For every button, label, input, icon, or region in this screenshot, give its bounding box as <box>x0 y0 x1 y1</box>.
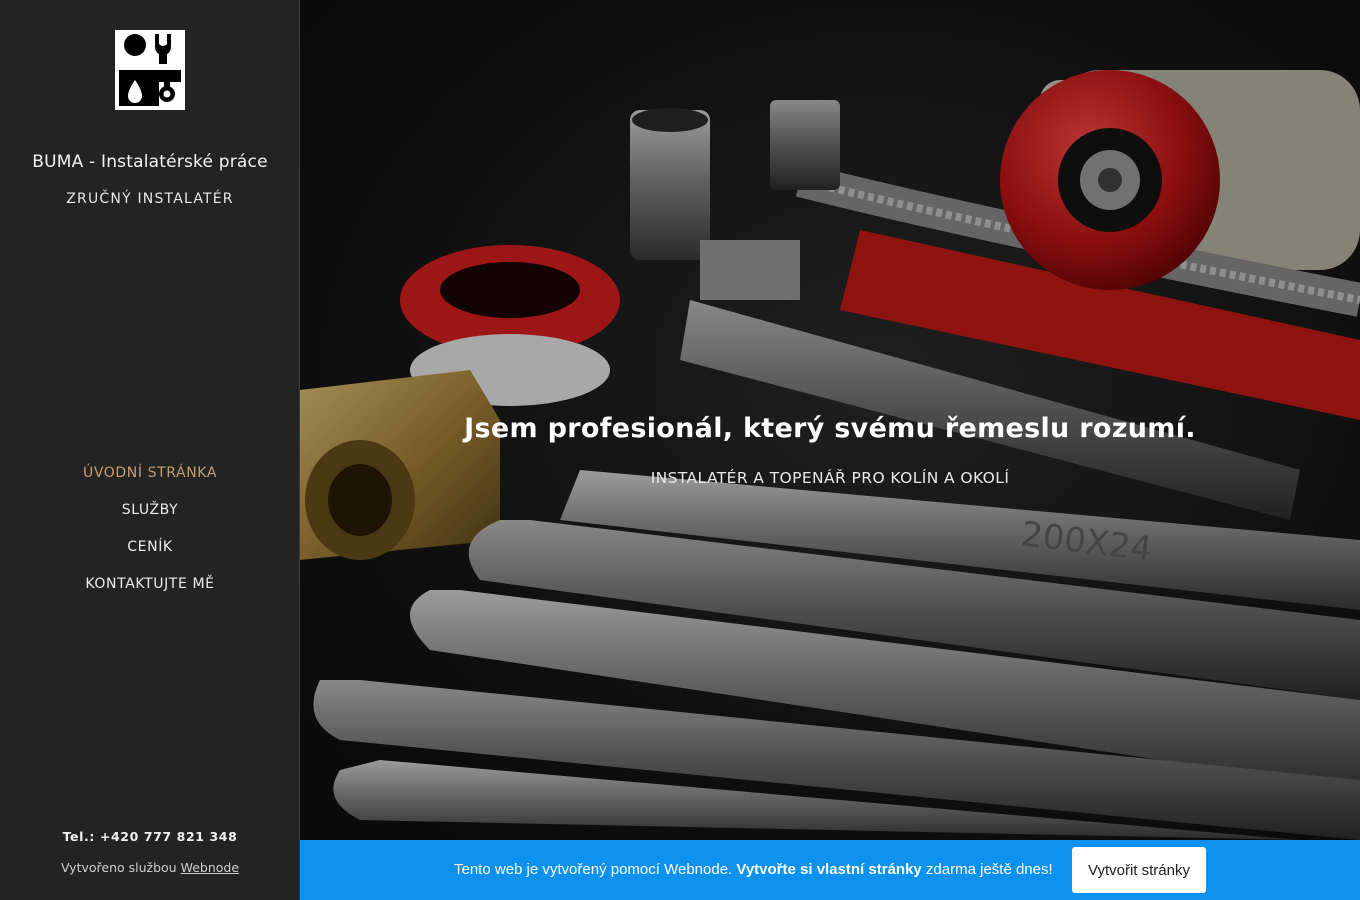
hero-subtitle: INSTALATÉR A TOPENÁŘ PRO KOLÍN A OKOLÍ <box>650 469 1010 487</box>
promo-text-start: Tento web je vytvořený pomocí Webnode. <box>454 861 737 878</box>
credit-prefix: Vytvořeno službou <box>60 860 181 875</box>
webnode-promo-bar: Tento web je vytvořený pomocí Webnode. V… <box>300 840 1360 900</box>
contact-phone: Tel.: +420 777 821 348 <box>62 829 238 844</box>
nav-item-kontaktujte-me[interactable]: KONTAKTUJTE MĚ <box>0 574 300 611</box>
plumber-wrench-logo-icon <box>115 30 185 110</box>
hero-title: Jsem profesionál, který svému řemeslu ro… <box>464 413 1196 444</box>
hero-section: 200X24 Jsem profesionál, který svému řem… <box>300 0 1360 840</box>
nav-item-uvodni-stranka[interactable]: ÚVODNÍ STRÁNKA <box>0 463 300 500</box>
create-site-button[interactable]: Vytvořit stránky <box>1072 847 1206 893</box>
promo-text-end: zdarma ještě dnes! <box>921 861 1053 878</box>
webnode-link[interactable]: Webnode <box>181 860 239 875</box>
nav-item-sluzby[interactable]: SLUŽBY <box>0 500 300 537</box>
sidebar: BUMA - Instalatérské práce ZRUČNÝ INSTAL… <box>0 0 300 900</box>
site-subtitle: ZRUČNÝ INSTALATÉR <box>66 191 234 207</box>
promo-text: Tento web je vytvořený pomocí Webnode. V… <box>454 861 1074 878</box>
webnode-credit: Vytvořeno službou Webnode <box>0 860 300 875</box>
promo-text-bold: Vytvořte si vlastní stránky <box>736 861 922 878</box>
main-navigation: ÚVODNÍ STRÁNKA SLUŽBY CENÍK KONTAKTUJTE … <box>0 463 300 611</box>
nav-item-cenik[interactable]: CENÍK <box>0 537 300 574</box>
site-logo[interactable] <box>115 30 185 110</box>
site-title[interactable]: BUMA - Instalatérské práce <box>0 152 300 172</box>
